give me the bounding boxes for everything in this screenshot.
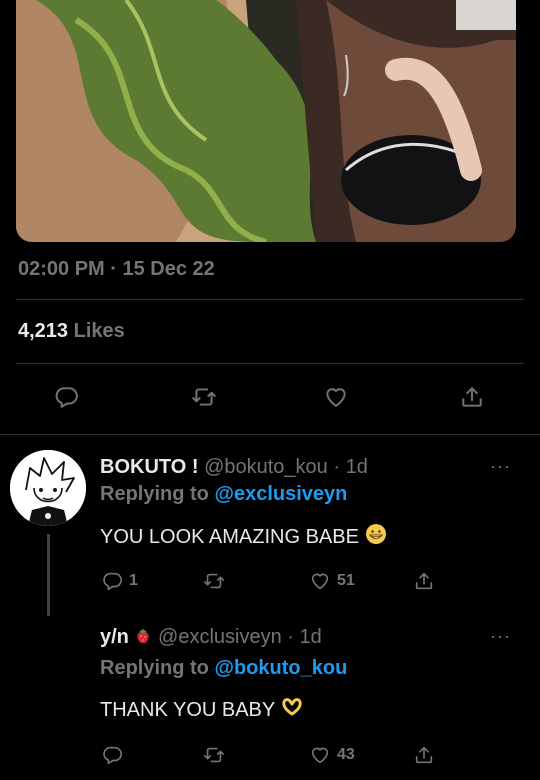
likes-label: Likes — [73, 320, 125, 342]
display-name[interactable]: y/n — [100, 626, 129, 648]
retweet-icon — [192, 388, 216, 406]
reply-count: 1 — [129, 572, 138, 589]
more-options-button[interactable]: ··· — [490, 626, 511, 647]
divider — [0, 434, 540, 435]
handle-and-time[interactable]: @bokuto_kou · 1d — [204, 456, 368, 478]
grinning-face-icon — [365, 523, 387, 551]
like-button[interactable] — [323, 384, 349, 410]
replying-to: Replying to @bokuto_kou — [100, 657, 347, 680]
reply-button[interactable] — [101, 744, 123, 766]
retweet-button[interactable] — [203, 744, 225, 766]
like-button[interactable]: 43 — [309, 744, 355, 766]
share-icon — [415, 746, 433, 764]
heart-hands-icon — [281, 697, 303, 723]
divider — [16, 299, 524, 300]
avatar[interactable] — [10, 450, 86, 526]
replying-to-handle[interactable]: @exclusiveyn — [214, 483, 347, 505]
heart-icon — [326, 388, 346, 407]
reply-text: YOU LOOK AMAZING BABE — [100, 523, 387, 551]
retweet-icon — [204, 573, 224, 589]
share-icon — [415, 572, 433, 590]
reply-header: BOKUTO ! @bokuto_kou · 1d — [100, 456, 368, 479]
reply-body: THANK YOU BABY — [100, 698, 276, 721]
tweet-action-bar — [0, 384, 540, 414]
share-button[interactable] — [413, 744, 435, 766]
replying-prefix: Replying to — [100, 657, 209, 679]
reply-button[interactable]: 1 — [101, 570, 138, 592]
share-button[interactable] — [413, 570, 435, 592]
handle-and-time[interactable]: @exclusiveyn · 1d — [158, 626, 322, 648]
retweet-button[interactable] — [203, 570, 225, 592]
like-count: 51 — [337, 572, 355, 589]
strawberry-icon — [134, 626, 152, 649]
share-button[interactable] — [459, 384, 485, 410]
heart-icon — [311, 573, 329, 590]
display-name[interactable]: BOKUTO ! — [100, 456, 199, 478]
replying-to-handle[interactable]: @bokuto_kou — [214, 657, 347, 679]
comment-icon — [103, 746, 122, 765]
more-options-button[interactable]: ··· — [490, 456, 511, 477]
reply-header: y/n @exclusiveyn · 1d — [100, 626, 322, 649]
reply-text: THANK YOU BABY — [100, 697, 303, 723]
reply-button[interactable] — [53, 384, 79, 410]
like-count: 43 — [337, 746, 355, 763]
avatar-drawing — [10, 450, 86, 526]
divider — [16, 363, 524, 364]
comment-icon — [55, 387, 78, 408]
replying-prefix: Replying to — [100, 483, 209, 505]
heart-icon — [311, 747, 329, 764]
thread-line — [47, 534, 50, 616]
comment-icon — [103, 572, 122, 591]
share-icon — [462, 387, 482, 407]
reply-body: YOU LOOK AMAZING BABE — [100, 525, 359, 548]
replying-to: Replying to @exclusiveyn — [100, 483, 347, 506]
retweet-icon — [204, 747, 224, 763]
likes-count: 4,213 — [18, 320, 69, 342]
tweet-timestamp[interactable]: 02:00 PM · 15 Dec 22 — [18, 258, 215, 281]
retweet-button[interactable] — [191, 384, 217, 410]
like-button[interactable]: 51 — [309, 570, 355, 592]
likes-stat[interactable]: 4,213 Likes — [18, 320, 125, 343]
tweet-photo[interactable] — [16, 0, 516, 242]
